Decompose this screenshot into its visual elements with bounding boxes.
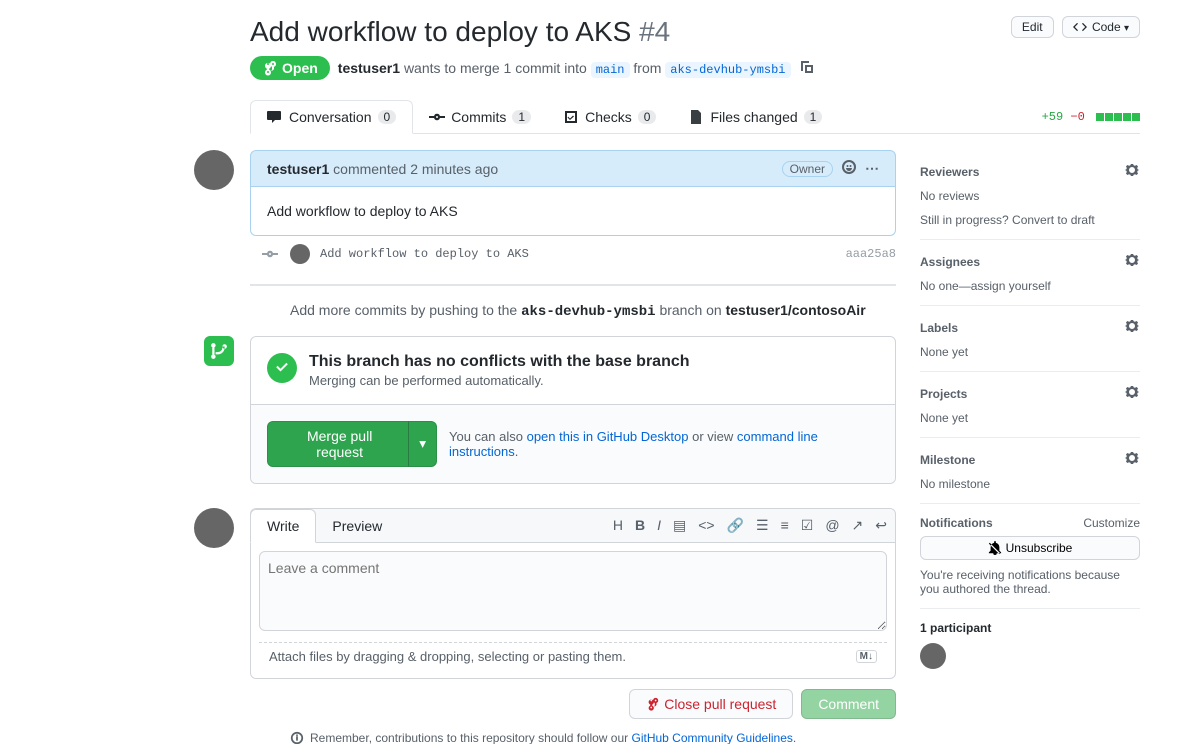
md-toolbar: H B I ▤ <> 🔗 ☰ ≡ ☑ @ ↗ ↩ — [613, 517, 887, 534]
reviewers-value: No reviews — [920, 189, 1140, 203]
state-badge: Open — [250, 56, 330, 80]
merge-title: This branch has no conflicts with the ba… — [309, 353, 690, 371]
commit-message[interactable]: Add workflow to deploy to AKS — [320, 247, 529, 261]
attach-hint[interactable]: Attach files by dragging & dropping, sel… — [269, 649, 626, 664]
assignees-header: Assignees — [920, 255, 980, 269]
gear-icon[interactable] — [1124, 318, 1140, 337]
pr-title: Add workflow to deploy to AKS #4 — [250, 16, 670, 48]
emoji-icon[interactable] — [841, 159, 857, 178]
merge-subtitle: Merging can be performed automatically. — [309, 373, 690, 388]
tab-commits[interactable]: Commits 1 — [413, 101, 547, 133]
comment-author[interactable]: testuser1 — [267, 161, 329, 177]
gear-icon[interactable] — [1124, 252, 1140, 271]
pr-tabs: Conversation 0 Commits 1 Checks 0 Files … — [250, 100, 1140, 134]
milestone-value: No milestone — [920, 477, 1140, 491]
crossref-icon[interactable]: ↗ — [852, 517, 864, 534]
gear-icon[interactable] — [1124, 162, 1140, 181]
merge-dropdown[interactable]: ▾ — [408, 421, 437, 467]
tab-files[interactable]: Files changed 1 — [672, 101, 838, 133]
projects-header: Projects — [920, 387, 967, 401]
bold-icon[interactable]: B — [635, 517, 645, 534]
commit-row: Add workflow to deploy to AKS aaa25a8 — [250, 236, 896, 272]
labels-value: None yet — [920, 345, 1140, 359]
copy-icon[interactable] — [799, 59, 815, 78]
gear-icon[interactable] — [1124, 384, 1140, 403]
mention-icon[interactable]: @ — [825, 517, 839, 534]
ol-icon[interactable]: ≡ — [781, 517, 789, 534]
diff-stat: +59 −0 — [1042, 110, 1140, 124]
unsubscribe-button[interactable]: Unsubscribe — [920, 536, 1140, 560]
files-count: 1 — [804, 110, 823, 124]
base-branch[interactable]: main — [591, 62, 630, 78]
tab-checks[interactable]: Checks 0 — [547, 101, 672, 133]
italic-icon[interactable]: I — [657, 517, 661, 534]
notifications-note: You're receiving notifications because y… — [920, 568, 1140, 596]
kebab-icon[interactable]: ⋯ — [865, 160, 879, 177]
guidelines-link[interactable]: GitHub Community Guidelines — [632, 731, 793, 744]
open-desktop-link[interactable]: open this in GitHub Desktop — [527, 429, 689, 444]
guidelines-note: Remember, contributions to this reposito… — [290, 731, 896, 744]
participants-header: 1 participant — [920, 621, 1140, 635]
push-hint: Add more commits by pushing to the aks-d… — [290, 302, 896, 320]
avatar[interactable] — [194, 508, 234, 548]
comment-editor: Write Preview H B I ▤ <> 🔗 ☰ ≡ ☑ @ — [250, 508, 896, 679]
assignees-value: No one—assign yourself — [920, 279, 1140, 293]
head-branch[interactable]: aks-devhub-ymsbi — [665, 62, 790, 78]
quote-icon[interactable]: ▤ — [673, 517, 686, 534]
write-tab[interactable]: Write — [250, 509, 316, 543]
reviewers-header: Reviewers — [920, 165, 979, 179]
task-icon[interactable]: ☑ — [801, 517, 814, 534]
checks-count: 0 — [638, 110, 657, 124]
assign-yourself-link[interactable]: assign yourself — [971, 279, 1051, 293]
comment: testuser1 commented 2 minutes ago Owner … — [250, 150, 896, 236]
participant-avatar[interactable] — [920, 643, 946, 669]
notifications-header: Notifications — [920, 516, 993, 530]
code-icon[interactable]: <> — [698, 517, 714, 534]
preview-tab[interactable]: Preview — [316, 509, 398, 542]
comment-body: Add workflow to deploy to AKS — [250, 187, 896, 236]
edit-button[interactable]: Edit — [1011, 16, 1054, 38]
merge-description: testuser1 wants to merge 1 commit into m… — [338, 60, 791, 77]
tab-conversation[interactable]: Conversation 0 — [250, 100, 413, 134]
gear-icon[interactable] — [1124, 450, 1140, 469]
commits-count: 1 — [512, 110, 531, 124]
commit-sha[interactable]: aaa25a8 — [846, 247, 896, 261]
customize-link[interactable]: Customize — [1083, 516, 1140, 530]
conversation-count: 0 — [378, 110, 397, 124]
merge-icon — [204, 336, 234, 366]
merge-alternatives: You can also open this in GitHub Desktop… — [449, 429, 879, 459]
reply-icon[interactable]: ↩ — [875, 517, 887, 534]
heading-icon[interactable]: H — [613, 517, 623, 534]
projects-value: None yet — [920, 411, 1140, 425]
ul-icon[interactable]: ☰ — [756, 517, 769, 534]
merge-button[interactable]: Merge pull request — [267, 421, 412, 467]
pr-number: #4 — [639, 16, 670, 47]
convert-draft-link[interactable]: Still in progress? Convert to draft — [920, 213, 1095, 227]
owner-badge: Owner — [782, 161, 833, 177]
comment-textarea[interactable] — [259, 551, 887, 631]
merge-status-box: This branch has no conflicts with the ba… — [250, 336, 896, 484]
close-pr-button[interactable]: Close pull request — [629, 689, 793, 719]
commit-icon — [262, 246, 278, 262]
labels-header: Labels — [920, 321, 958, 335]
milestone-header: Milestone — [920, 453, 975, 467]
link-icon[interactable]: 🔗 — [727, 517, 744, 534]
code-button[interactable]: Code ▾ — [1062, 16, 1140, 38]
commit-avatar[interactable] — [290, 244, 310, 264]
markdown-icon[interactable]: M↓ — [856, 650, 877, 663]
comment-time: commented 2 minutes ago — [333, 161, 498, 177]
avatar[interactable] — [194, 150, 234, 190]
check-icon — [267, 353, 297, 383]
comment-button[interactable]: Comment — [801, 689, 896, 719]
